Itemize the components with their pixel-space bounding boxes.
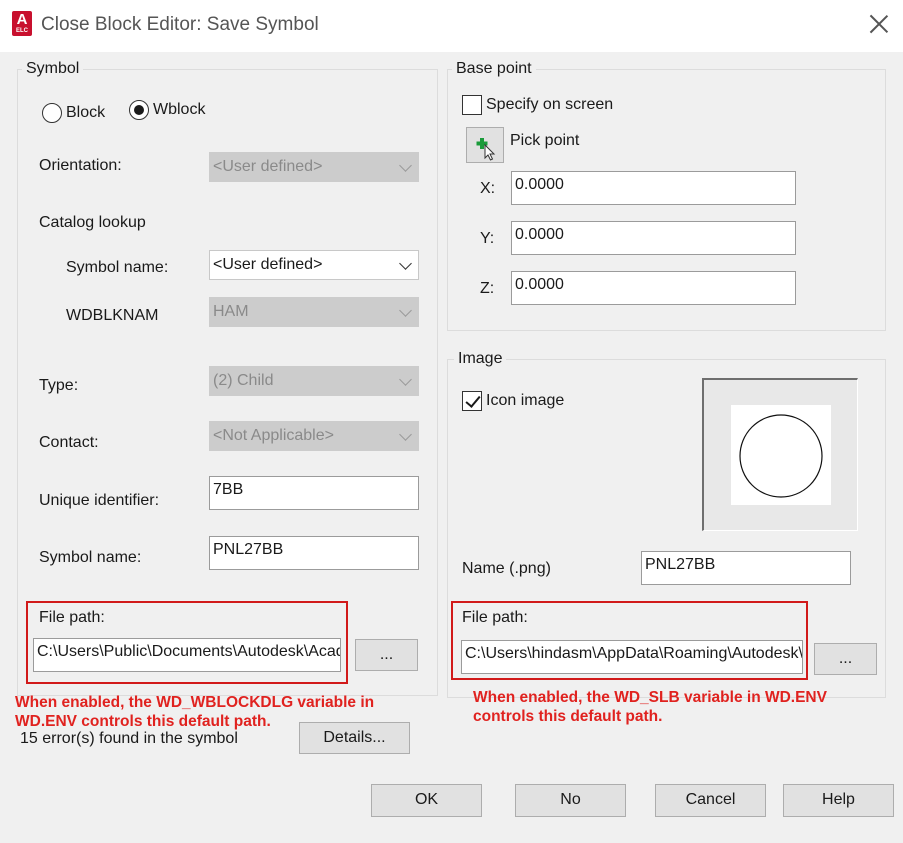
right-annotation-line1: When enabled, the WD_SLB variable in WD.… xyxy=(473,689,827,706)
icon-image-checkbox[interactable] xyxy=(462,391,482,411)
symbol-name-select-value: <User defined> xyxy=(213,256,323,273)
details-button[interactable]: Details... xyxy=(299,722,410,754)
cancel-button[interactable]: Cancel xyxy=(655,784,766,817)
type-select: (2) Child xyxy=(209,366,419,396)
pick-point-label: Pick point xyxy=(510,132,580,149)
y-input[interactable]: 0.0000 xyxy=(511,221,796,255)
unique-identifier-label: Unique identifier: xyxy=(39,492,160,509)
icon-preview xyxy=(702,378,858,531)
x-label: X: xyxy=(480,180,496,197)
wdblknam-label: WDBLKNAM xyxy=(66,307,159,324)
close-icon[interactable] xyxy=(866,12,892,38)
specify-on-screen-checkbox[interactable] xyxy=(462,95,482,115)
icon-image-label: Icon image xyxy=(486,392,565,409)
contact-select: <Not Applicable> xyxy=(209,421,419,451)
pick-point-button[interactable] xyxy=(466,127,504,163)
png-name-input[interactable]: PNL27BB xyxy=(641,551,851,585)
base-point-group-label: Base point xyxy=(452,60,536,78)
pick-point-icon xyxy=(476,138,496,161)
chevron-down-icon xyxy=(399,373,412,386)
catalog-lookup-label: Catalog lookup xyxy=(39,214,146,231)
chevron-down-icon xyxy=(399,304,412,317)
wblock-radio-label: Wblock xyxy=(153,101,206,118)
unique-identifier-input[interactable]: 7BB xyxy=(209,476,419,510)
symbol-group-label: Symbol xyxy=(22,60,84,78)
wdblknam-value: HAM xyxy=(213,303,249,320)
orientation-select: <User defined> xyxy=(209,152,419,182)
specify-on-screen-label: Specify on screen xyxy=(486,96,614,113)
y-label: Y: xyxy=(480,230,495,247)
image-browse-button[interactable]: ... xyxy=(814,643,877,675)
symbol-name-label: Symbol name: xyxy=(39,549,142,566)
x-input[interactable]: 0.0000 xyxy=(511,171,796,205)
left-annotation-line2: WD.ENV controls this default path. xyxy=(15,713,271,730)
no-button[interactable]: No xyxy=(515,784,626,817)
z-input[interactable]: 0.0000 xyxy=(511,271,796,305)
type-value: (2) Child xyxy=(213,372,274,389)
image-file-path-label: File path: xyxy=(462,609,528,626)
app-icon-letter: A xyxy=(16,11,28,28)
symbol-file-path-label: File path: xyxy=(39,609,105,626)
ok-button[interactable]: OK xyxy=(371,784,482,817)
symbol-name-input[interactable]: PNL27BB xyxy=(209,536,419,570)
chevron-down-icon xyxy=(399,159,412,172)
error-count-text: 15 error(s) found in the symbol xyxy=(20,730,238,747)
app-icon: A ELC xyxy=(12,11,32,36)
contact-label: Contact: xyxy=(39,434,99,451)
help-button[interactable]: Help xyxy=(783,784,894,817)
wdblknam-select: HAM xyxy=(209,297,419,327)
symbol-name-combo-label: Symbol name: xyxy=(66,259,169,276)
z-label: Z: xyxy=(480,280,495,297)
symbol-file-path-input[interactable]: C:\Users\Public\Documents\Autodesk\Acad xyxy=(33,638,341,672)
orientation-value: <User defined> xyxy=(213,158,323,175)
icon-preview-canvas xyxy=(731,405,831,505)
chevron-down-icon xyxy=(399,257,412,270)
title-bar: A ELC Close Block Editor: Save Symbol xyxy=(0,0,903,52)
contact-value: <Not Applicable> xyxy=(213,427,334,444)
symbol-browse-button[interactable]: ... xyxy=(355,639,418,671)
symbol-name-select[interactable]: <User defined> xyxy=(209,250,419,280)
app-icon-sub: ELC xyxy=(16,28,28,34)
block-radio-label: Block xyxy=(66,104,106,121)
image-group-label: Image xyxy=(454,350,507,368)
circle-symbol-icon xyxy=(739,414,823,498)
right-annotation-line2: controls this default path. xyxy=(473,708,663,725)
wblock-radio[interactable] xyxy=(129,100,149,120)
chevron-down-icon xyxy=(399,428,412,441)
image-file-path-input[interactable]: C:\Users\hindasm\AppData\Roaming\Autodes… xyxy=(461,640,803,674)
window-title: Close Block Editor: Save Symbol xyxy=(41,14,319,35)
block-radio[interactable] xyxy=(42,103,62,123)
type-label: Type: xyxy=(39,377,79,394)
orientation-label: Orientation: xyxy=(39,157,122,174)
png-name-label: Name (.png) xyxy=(462,560,551,577)
left-annotation-line1: When enabled, the WD_WBLOCKDLG variable … xyxy=(15,694,375,711)
